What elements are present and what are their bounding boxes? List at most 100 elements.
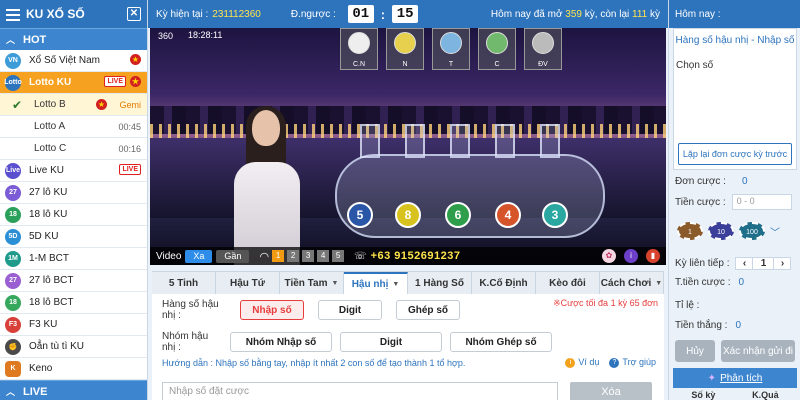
result-ball: 3 (542, 202, 568, 228)
confirm-button[interactable]: Xác nhận gửi đi (721, 340, 795, 362)
selection-title: Hàng số hậu nhị - Nhập số (675, 35, 795, 46)
live-video[interactable]: 360 18:28:11 C.N N T C ĐV 5 8 6 4 3 Vide… (150, 28, 666, 265)
machine-tube (360, 124, 380, 158)
sidebar-item-27-lo-bct[interactable]: 27 27 lô BCT (0, 270, 147, 292)
bet-amount-input[interactable]: 0 - 0 (731, 194, 792, 210)
cancel-button[interactable]: Hủy (675, 340, 715, 362)
period-number: 231112360 (212, 8, 261, 20)
sidebar-item-lotto-c[interactable]: Lotto C 00:16 (0, 138, 147, 160)
bet-amount-row: Tiền cược : 0 - 0 (675, 194, 792, 210)
countdown-minutes: 01 (347, 5, 374, 23)
decrement-icon[interactable]: ‹ (736, 258, 752, 269)
nhap-so-button[interactable]: Nhập số (240, 300, 304, 320)
clear-button[interactable]: Xóa (570, 382, 652, 400)
menu-icon[interactable] (6, 8, 20, 21)
sidebar-item-1m-bct[interactable]: 1M 1-M BCT (0, 248, 147, 270)
sidebar-item-live-ku[interactable]: Live Live KU LIVE (0, 160, 147, 182)
slot-label: N (402, 61, 408, 68)
sidebar-item-keno[interactable]: K Keno (0, 358, 147, 380)
view-far-button[interactable]: Xa (185, 249, 213, 263)
sidebar-item-oan-tu-ti-ku[interactable]: ✊ Oẳn tù tì KU (0, 336, 147, 358)
consecutive-stepper[interactable]: ‹ 1 › (735, 257, 792, 270)
tab-hau-tu[interactable]: Hậu Tứ (216, 272, 280, 294)
sidebar-item-18-lo-bct[interactable]: 18 18 lô BCT (0, 292, 147, 314)
tab-5-tinh[interactable]: 5 Tinh (152, 272, 216, 294)
stream-3-button[interactable]: 3 (302, 250, 315, 262)
row-label: Hàng số hậu nhị : (162, 299, 219, 321)
stream-4-button[interactable]: 4 (317, 250, 330, 262)
sidebar-item-27-lo-ku[interactable]: 27 27 lô KU (0, 182, 147, 204)
slot-label: T (448, 61, 454, 68)
18bct-icon: 18 (5, 294, 21, 311)
increment-icon[interactable]: › (774, 258, 790, 269)
help-link-label: Trợ giúp (622, 357, 656, 367)
tab-hau-nhi[interactable]: Hậu nhị ▼ (344, 272, 408, 294)
nhom-ghep-so-button[interactable]: Nhóm Ghép số (450, 332, 552, 352)
info-icon[interactable]: i (624, 249, 638, 263)
vn-lottery-icon: VN (5, 52, 21, 69)
countdown-label: Đ.ngược : (290, 8, 336, 20)
bet-count-row: Đơn cược : 0 (675, 176, 748, 187)
chip-100[interactable]: 100 (739, 222, 765, 240)
sidebar-item-label: Live KU (29, 165, 65, 176)
view-near-button[interactable]: Gần (216, 249, 250, 263)
tab-k-co-dinh[interactable]: K.Cố Định (472, 272, 536, 294)
consecutive-value[interactable]: 1 (752, 258, 775, 269)
bet-number-input[interactable]: Nhập số đặt cược (162, 382, 558, 400)
max-bet-note: ※Cược tối đa 1 kỳ 65 đơn (553, 298, 658, 308)
stream-5-button[interactable]: 5 (332, 250, 345, 262)
stats-icon[interactable]: ▮ (646, 249, 660, 263)
tab-tien-tam[interactable]: Tiền Tam ▼ (280, 272, 344, 294)
tab-1-hang-so[interactable]: 1 Hàng Số (408, 272, 472, 294)
tab-label: Kèo đôi (549, 277, 586, 289)
ball-slot: T (432, 28, 470, 70)
chevron-down-icon[interactable]: ﹀ (770, 224, 780, 239)
stream-1-button[interactable]: 1 (272, 250, 285, 262)
sidebar-item-lotto-b[interactable]: ✔ Lotto B ★ Gemi (0, 94, 147, 116)
sidebar-item-lotto-ku[interactable]: Lotto Lotto KU LIVE ★ (0, 72, 147, 94)
rps-icon: ✊ (5, 338, 21, 355)
ghep-so-button[interactable]: Ghép số (396, 300, 460, 320)
analysis-tab[interactable]: ✦ Phân tích (673, 368, 797, 388)
sidebar-item-label: Xổ Số Việt Nam (29, 55, 100, 66)
section-hot-label: HOT (23, 33, 47, 46)
repeat-bet-button[interactable]: Lặp lại đơn cược kỳ trước (678, 143, 792, 165)
overlay-channel: 360 (158, 31, 174, 41)
stream-2-button[interactable]: 2 (287, 250, 300, 262)
result-ball: 6 (445, 202, 471, 228)
lottery-machine (335, 154, 605, 238)
total-value: 0 (738, 277, 745, 288)
result-ball: 8 (395, 202, 421, 228)
chip-1[interactable]: 1 (677, 222, 703, 240)
help-link[interactable]: ? Trợ giúp (609, 357, 656, 368)
caret-down-icon: ▼ (392, 280, 400, 288)
chip-10[interactable]: 10 (708, 222, 734, 240)
sidebar-item-lotto-a[interactable]: Lotto A 00:45 (0, 116, 147, 138)
sidebar-item-time: 00:45 (118, 121, 141, 132)
sidebar-item-label: Lotto KU (29, 77, 72, 88)
close-icon[interactable]: ✕ (127, 7, 141, 21)
host-presenter (232, 106, 302, 265)
sidebar-item-label: F3 KU (29, 319, 58, 330)
sidebar-item-18-lo-ku[interactable]: 18 18 lô KU (0, 204, 147, 226)
keno-icon: K (5, 360, 21, 377)
info-icon: i (565, 357, 576, 368)
digit-button[interactable]: Digit (318, 300, 382, 320)
section-hot[interactable]: ︿ HOT (0, 28, 147, 50)
sidebar-item-xo-so-viet-nam[interactable]: VN Xổ Số Việt Nam ★ (0, 50, 147, 72)
sidebar-item-5d-ku[interactable]: 5D 5D KU (0, 226, 147, 248)
signal-icon: ◠ (259, 250, 270, 263)
tab-keo-doi[interactable]: Kèo đôi (536, 272, 600, 294)
section-live[interactable]: ︿ LIVE (0, 380, 147, 400)
example-link[interactable]: i Ví dụ (565, 357, 599, 368)
nhom-digit-button[interactable]: Digit (340, 332, 442, 352)
result-ball: 4 (495, 202, 521, 228)
nhom-nhap-so-button[interactable]: Nhóm Nhập số (230, 332, 332, 352)
gift-icon[interactable]: ✿ (602, 249, 616, 263)
sidebar-header: KU XỔ SỐ ✕ (0, 0, 147, 28)
sidebar-item-label: Oẳn tù tì KU (29, 341, 85, 352)
ball-icon (440, 32, 462, 54)
sidebar-item-f3-ku[interactable]: F3 F3 KU (0, 314, 147, 336)
tab-cach-choi[interactable]: Cách Chơi ▼ (600, 272, 664, 294)
hotline-number: +63 9152691237 (370, 250, 461, 262)
